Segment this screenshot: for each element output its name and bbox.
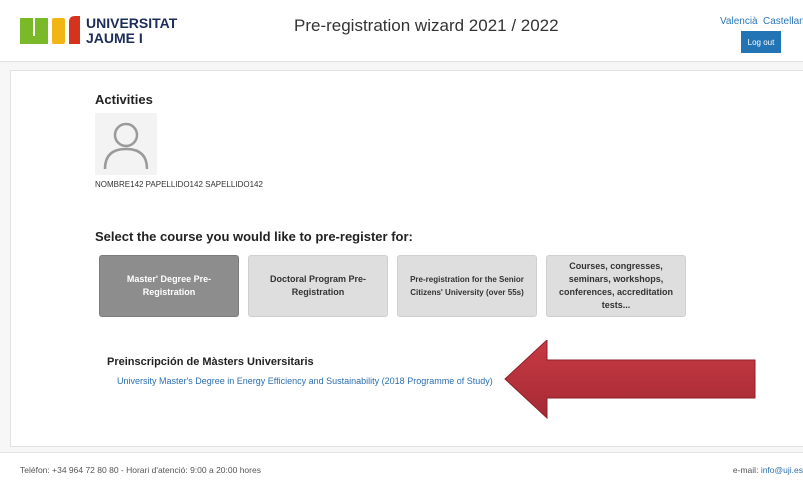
- select-course-title: Select the course you would like to pre-…: [95, 229, 413, 244]
- red-arrow-annotation: [504, 340, 756, 420]
- svg-text:UNIVERSITAT: UNIVERSITAT: [86, 15, 178, 31]
- user-name: NOMBRE142 PAPELLIDO142 SAPELLIDO142: [95, 180, 263, 189]
- uji-logo[interactable]: UNIVERSITAT JAUME I: [20, 12, 190, 48]
- avatar: [95, 113, 157, 175]
- footer-contact: Teléfon: +34 964 72 80 80 - Horari d'ate…: [20, 465, 261, 475]
- course-other-button[interactable]: Courses, congresses, seminars, workshops…: [546, 255, 686, 317]
- course-senior-button[interactable]: Pre-registration for the Senior Citizens…: [397, 255, 537, 317]
- course-masters-button[interactable]: Master' Degree Pre-Registration: [99, 255, 239, 317]
- prereg-section-title: Preinscripción de Màsters Universitaris: [107, 356, 314, 368]
- lang-castellano-link[interactable]: Castellano: [763, 16, 803, 27]
- course-doctoral-button[interactable]: Doctoral Program Pre-Registration: [248, 255, 388, 317]
- email-link[interactable]: info@uji.es: [761, 465, 803, 475]
- course-label: Master' Degree Pre-Registration: [126, 274, 212, 297]
- email-label: e-mail:: [732, 465, 759, 475]
- course-label: Courses, congresses, seminars, workshops…: [558, 261, 674, 310]
- lang-valencia-link[interactable]: Valencià: [720, 16, 758, 27]
- page-title: Pre-registration wizard 2021 / 2022: [294, 16, 559, 35]
- course-label: Pre-registration for the Senior Citizens…: [410, 275, 524, 297]
- section-title: Activities: [95, 92, 153, 107]
- course-label: Doctoral Program Pre-Registration: [269, 274, 367, 297]
- degree-link[interactable]: University Master's Degree in Energy Eff…: [117, 376, 493, 386]
- logout-button[interactable]: Log out: [741, 31, 781, 53]
- footer: Teléfon: +34 964 72 80 80 - Horari d'ate…: [0, 452, 803, 484]
- user-icon: [103, 122, 149, 170]
- svg-text:JAUME I: JAUME I: [86, 30, 143, 46]
- footer-email: e-mail: info@uji.es: [733, 465, 803, 475]
- header: UNIVERSITAT JAUME I Pre-registration wiz…: [0, 0, 803, 62]
